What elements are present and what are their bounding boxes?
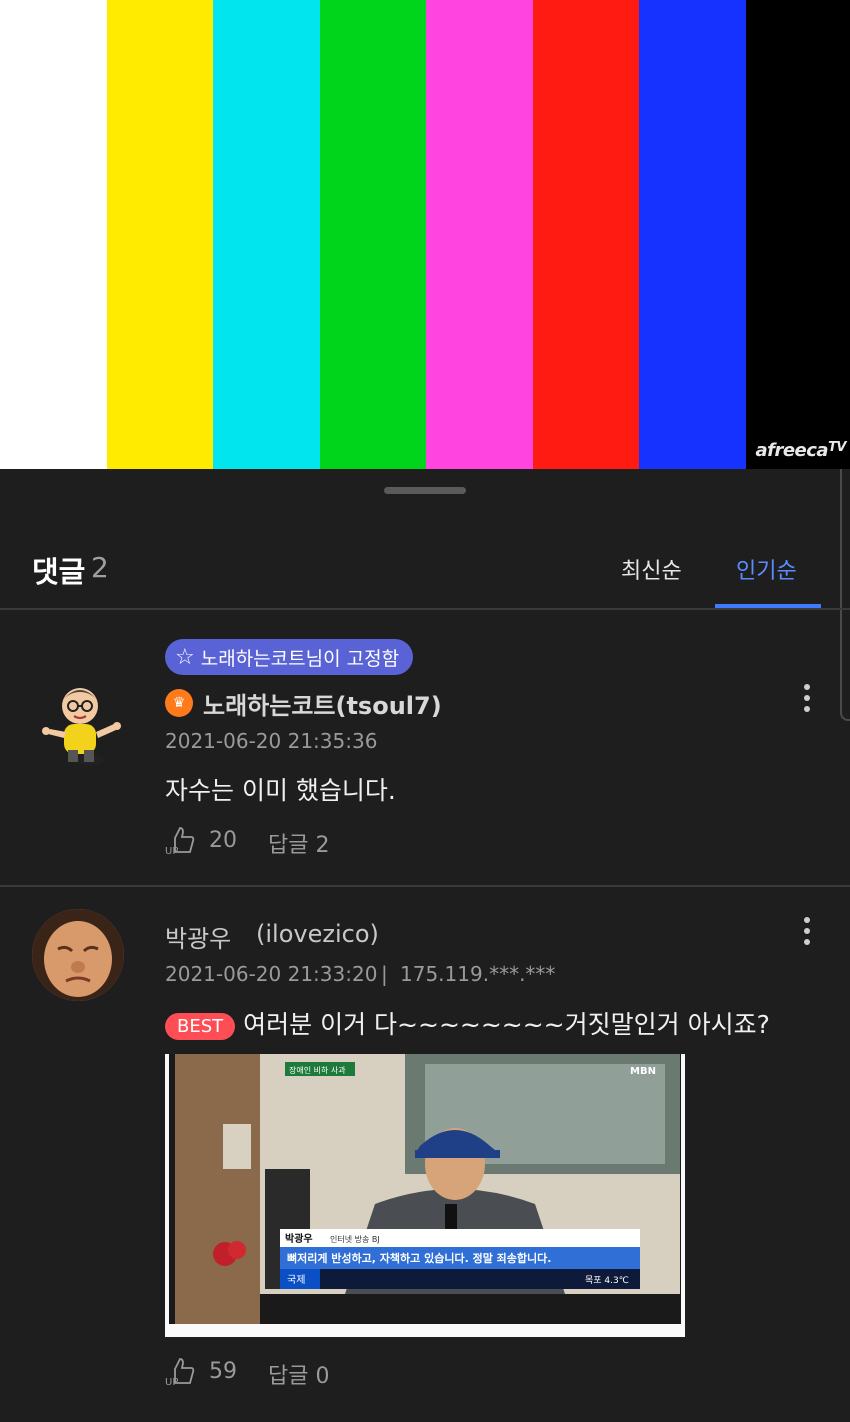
comments-title: 댓글 [32, 555, 86, 589]
tab-popular[interactable]: 인기순 [736, 553, 797, 585]
comment-timestamp: 2021-06-20 21:35:36 [165, 729, 378, 753]
crown-icon: ♛ [165, 689, 193, 717]
face-avatar-icon [32, 909, 124, 1001]
comment-text: 여러분 이거 다~~~~~~~~거짓말인거 아시죠? [243, 1010, 770, 1039]
comment-body: BEST 여러분 이거 다~~~~~~~~거짓말인거 아시죠? [165, 1005, 770, 1041]
tab-latest[interactable]: 최신순 [621, 553, 682, 585]
comment-author-name[interactable]: 박광우 [165, 919, 231, 954]
header-divider [0, 608, 850, 610]
like-count: 20 [209, 827, 237, 853]
reply-button[interactable]: 답글 2 [268, 827, 329, 859]
reply-button[interactable]: 답글 0 [268, 1358, 329, 1390]
comment-timestamp: 2021-06-20 21:33:20 [165, 962, 378, 986]
svg-text:인터넷 방송 BJ: 인터넷 방송 BJ [330, 1234, 380, 1244]
best-badge: BEST [165, 1012, 236, 1040]
sheet-drag-handle[interactable] [384, 487, 466, 494]
svg-text:UP: UP [165, 1377, 178, 1387]
color-bar [0, 0, 107, 469]
comment-author-id[interactable]: (ilovezico) [256, 920, 379, 948]
comment-text: 자수는 이미 했습니다. [165, 776, 396, 805]
more-options-icon[interactable] [804, 684, 812, 712]
comments-sheet: 댓글 2 최신순 인기순 ☆ 노래하는코트님이 고정함 ♛ 노래하는코트(tso… [0, 469, 850, 1422]
svg-text:목포 4.3℃: 목포 4.3℃ [585, 1275, 629, 1286]
color-bar [213, 0, 320, 469]
color-bar [746, 0, 850, 469]
color-bar [107, 0, 213, 469]
afreecatv-watermark: afreecaTV [755, 440, 846, 461]
comment-image[interactable]: 박광우 인터넷 방송 BJ 뼈저리게 반성하고, 자책하고 있습니다. 정말 죄… [165, 1054, 685, 1337]
cartoon-avatar-icon [30, 674, 128, 772]
color-bar [639, 0, 746, 469]
svg-text:국제: 국제 [287, 1274, 305, 1286]
scrollbar[interactable] [840, 469, 850, 721]
video-player[interactable] [0, 0, 850, 469]
like-button[interactable]: UP 59 [165, 1355, 237, 1387]
like-button[interactable]: UP 20 [165, 824, 237, 856]
pinned-label: 노래하는코트님이 고정함 [200, 647, 400, 670]
star-outline-icon: ☆ [175, 644, 195, 670]
avatar[interactable] [30, 674, 128, 772]
news-screenshot-image: 박광우 인터넷 방송 BJ 뼈저리게 반성하고, 자책하고 있습니다. 정말 죄… [165, 1054, 685, 1337]
meta-separator: | [381, 962, 388, 986]
comment-ip: 175.119.***.*** [400, 962, 556, 986]
svg-text:장애인 비하 사과: 장애인 비하 사과 [289, 1065, 346, 1075]
comment-divider [0, 885, 850, 887]
color-bar [320, 0, 426, 469]
comment-author[interactable]: 노래하는코트(tsoul7) [203, 686, 442, 721]
color-bar [533, 0, 639, 469]
svg-text:뼈저리게 반성하고, 자책하고 있습니다. 정말 죄송합니다: 뼈저리게 반성하고, 자책하고 있습니다. 정말 죄송합니다. [287, 1251, 551, 1265]
svg-text:MBN: MBN [630, 1066, 656, 1077]
avatar[interactable] [32, 909, 124, 1001]
svg-text:UP: UP [165, 846, 178, 856]
thumbs-up-icon: UP [165, 827, 195, 856]
like-count: 59 [209, 1358, 237, 1384]
comments-count: 2 [91, 551, 109, 584]
pinned-badge: ☆ 노래하는코트님이 고정함 [165, 639, 414, 675]
color-bar [426, 0, 533, 469]
thumbs-up-icon: UP [165, 1358, 195, 1387]
svg-text:박광우: 박광우 [285, 1232, 313, 1245]
more-options-icon[interactable] [804, 917, 812, 945]
